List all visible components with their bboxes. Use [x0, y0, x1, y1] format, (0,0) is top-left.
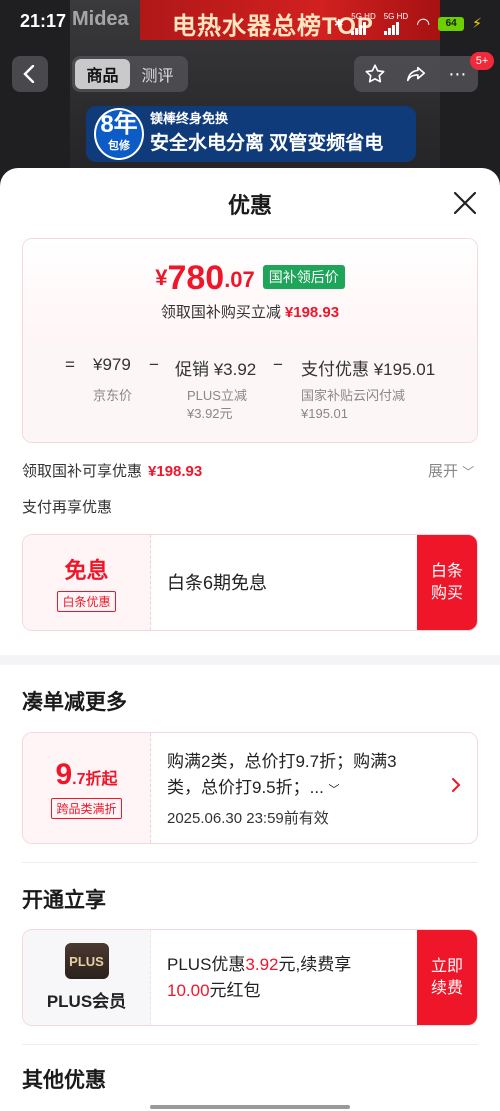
- plus-label: PLUS立减 ¥3.92元: [187, 388, 247, 421]
- charging-icon: ⚡: [472, 15, 482, 31]
- bluetooth-icon: ✱: [334, 18, 344, 30]
- tagline-2: 安全水电分离 双管变频省电: [150, 133, 384, 154]
- expand-toggle[interactable]: 展开 ﹀: [428, 460, 474, 481]
- baitiao-desc: 白条6期免息: [167, 572, 268, 593]
- close-icon: [453, 191, 477, 215]
- close-button[interactable]: [452, 190, 478, 216]
- section-divider: [0, 655, 500, 665]
- notification-badge: 5+: [470, 52, 494, 70]
- subsidy-summary: 领取国补可享优惠 ¥198.93: [22, 463, 203, 480]
- final-price: ¥ 780 .07 国补领后价: [23, 261, 477, 295]
- battery-icon: 64: [438, 16, 465, 31]
- subsidy-price-tag: 国补领后价: [262, 265, 345, 289]
- bundle-deadline: 2025.06.30 23:59前有效: [167, 809, 329, 827]
- baitiao-tag: 白条优惠: [57, 591, 116, 612]
- back-button[interactable]: [12, 56, 48, 92]
- renew-plus-button[interactable]: 立即 续费: [417, 930, 477, 1025]
- cross-category-tag: 跨品类满折: [51, 797, 122, 819]
- jd-price: ¥979: [93, 355, 131, 374]
- bundle-desc-1: 购满2类，总价打9.7折；购满3: [167, 751, 397, 771]
- price-sub-line: 领取国补购买立减 ¥198.93: [160, 304, 340, 321]
- other-section-title: 其他优惠: [22, 1069, 106, 1092]
- chevron-left-icon: [23, 65, 35, 83]
- equals-sign: =: [65, 355, 75, 374]
- price-breakdown-card: ¥ 780 .07 国补领后价 领取国补购买立减 ¥198.93 = ¥979 −…: [22, 238, 478, 443]
- promo-amount: 促销 ¥3.92: [175, 360, 257, 379]
- baitiao-buy-button[interactable]: 白条 购买: [417, 535, 477, 630]
- share-icon[interactable]: [404, 62, 428, 86]
- chevron-down-icon: ﹀: [328, 783, 340, 796]
- minus-sign-2: −: [273, 355, 283, 374]
- subsidy-label: 国家补贴云闪付减 ¥195.01: [301, 388, 406, 421]
- divider-line: [22, 862, 478, 863]
- plus-desc-1: PLUS优惠3.92元,续费享: [167, 954, 352, 974]
- plus-desc-2: 10.00元红包: [167, 980, 261, 1000]
- tab-review[interactable]: 测评: [130, 59, 185, 89]
- discount-rate: 9.7折起: [55, 757, 118, 791]
- sheet-title: 优惠: [227, 193, 272, 218]
- warranty-badge: 8年 包修: [94, 108, 144, 160]
- chevron-right-icon: [451, 777, 461, 798]
- more-icon[interactable]: ⋯: [445, 62, 469, 86]
- bundle-discount-card[interactable]: 9.7折起 跨品类满折 购满2类，总价打9.7折；购满3 类，总价打9.5折；.…: [22, 732, 478, 844]
- plus-card: PLUS PLUS会员 PLUS优惠3.92元,续费享 10.00元红包 立即续…: [22, 929, 478, 1026]
- pay-more-heading: 支付再享优惠: [22, 499, 113, 516]
- jd-price-label: 京东价: [93, 388, 133, 403]
- signal-icon-2: 5G HD: [383, 12, 408, 35]
- bundle-desc-2: 类，总价打9.5折；... ﹀: [167, 777, 340, 797]
- status-time: 21:17: [20, 11, 67, 31]
- baitiao-card: 免息 白条优惠 白条6期免息 白条 购买: [22, 534, 478, 631]
- nav-actions: ⋯: [354, 56, 478, 92]
- product-tabs: 商品 测评: [72, 56, 188, 92]
- divider-line-2: [22, 1044, 478, 1045]
- chevron-down-icon: ﹀: [462, 465, 475, 479]
- discount-sheet: 优惠 ¥ 780 .07 国补领后价 领取国补购买立减 ¥198.93 = ¥97…: [0, 168, 500, 1111]
- signal-icon: 5G HD: [351, 12, 376, 35]
- interest-free-title: 免息: [64, 558, 109, 583]
- price-calculation: = ¥979 − 促销 ¥3.92 − 支付优惠 ¥195.01 京东价 PLU…: [23, 341, 477, 442]
- tab-product[interactable]: 商品: [75, 59, 130, 89]
- wifi-icon: ◠: [416, 15, 431, 33]
- bundle-section-title: 凑单减更多: [22, 691, 127, 714]
- minus-sign: −: [149, 355, 159, 374]
- product-tagline-pill: 8年 包修 镁棒终身免换 安全水电分离 双管变频省电: [86, 106, 416, 162]
- status-bar: 21:17 ✱ 5G HD 5G HD ◠ 64 ⚡: [0, 0, 500, 44]
- pay-discount: 支付优惠 ¥195.01: [301, 360, 436, 379]
- tagline-1: 镁棒终身免换: [150, 111, 229, 126]
- plus-member-name: PLUS会员: [46, 992, 127, 1011]
- plus-logo: PLUS: [64, 943, 109, 979]
- plus-section-title: 开通立享: [22, 889, 106, 912]
- favorite-star-icon[interactable]: [363, 62, 387, 86]
- home-indicator[interactable]: [150, 1105, 350, 1109]
